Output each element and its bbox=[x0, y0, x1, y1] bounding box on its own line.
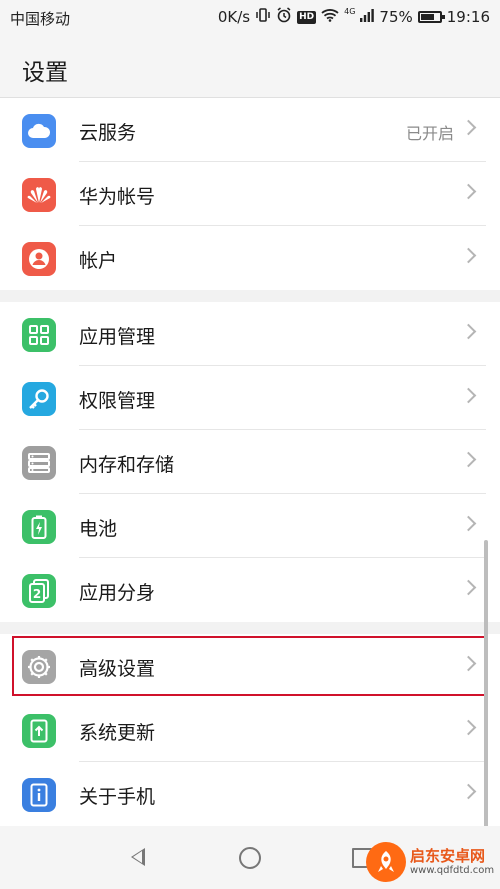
row-label: 电池 bbox=[79, 518, 118, 540]
row-label: 应用管理 bbox=[79, 326, 156, 348]
alarm-icon bbox=[276, 7, 292, 27]
settings-row-huawei-logo[interactable]: 华为帐号 bbox=[0, 162, 500, 226]
battery-percent: 75% bbox=[379, 8, 413, 26]
huawei-logo-icon bbox=[22, 178, 56, 212]
settings-row-battery[interactable]: 电池 bbox=[0, 494, 500, 558]
watermark-url: www.qdfdtd.com bbox=[410, 865, 495, 876]
battery-icon bbox=[417, 11, 445, 23]
chevron-right-icon bbox=[460, 719, 477, 736]
row-label: 华为帐号 bbox=[79, 186, 156, 208]
home-button[interactable] bbox=[239, 847, 261, 869]
row-label: 权限管理 bbox=[79, 390, 156, 412]
watermark: 启东安卓网 www.qdfdtd.com bbox=[366, 839, 496, 885]
chevron-right-icon bbox=[460, 579, 477, 596]
chevron-right-icon bbox=[460, 387, 477, 404]
chevron-right-icon bbox=[460, 247, 477, 264]
chevron-right-icon bbox=[460, 183, 477, 200]
settings-row-key[interactable]: 权限管理 bbox=[0, 366, 500, 430]
group-separator bbox=[0, 290, 500, 302]
chevron-right-icon bbox=[460, 323, 477, 340]
apps-grid-icon bbox=[22, 318, 56, 352]
chevron-right-icon bbox=[460, 655, 477, 672]
battery-icon bbox=[22, 510, 56, 544]
row-label: 帐户 bbox=[79, 250, 118, 272]
row-label: 关于手机 bbox=[79, 786, 156, 808]
system-update-icon bbox=[22, 714, 56, 748]
row-label: 云服务 bbox=[79, 122, 137, 144]
settings-row-system-update[interactable]: 系统更新 bbox=[0, 698, 500, 762]
app-twin-icon: 2 bbox=[22, 574, 56, 608]
row-label: 应用分身 bbox=[79, 582, 156, 604]
key-icon bbox=[22, 382, 56, 416]
network-speed: 0K/s bbox=[217, 8, 251, 26]
watermark-logo-icon bbox=[366, 842, 406, 882]
chevron-right-icon bbox=[460, 451, 477, 468]
settings-row-user[interactable]: 帐户 bbox=[0, 226, 500, 290]
settings-list: 云服务 已开启华为帐号帐户应用管理权限管理内存和存储电池 2 应用分身高级设置系统更新… bbox=[0, 98, 500, 826]
group-separator bbox=[0, 622, 500, 634]
settings-row-phone-info[interactable]: 关于手机 bbox=[0, 762, 500, 826]
carrier-name: 中国移动 bbox=[10, 10, 71, 28]
settings-row-app-twin[interactable]: 2 应用分身 bbox=[0, 558, 500, 622]
settings-group: 高级设置系统更新关于手机 bbox=[0, 634, 500, 826]
settings-row-gear[interactable]: 高级设置 bbox=[10, 634, 488, 698]
clock: 19:16 bbox=[446, 8, 490, 26]
cloud-icon bbox=[22, 114, 56, 148]
title-bar: 设置 bbox=[0, 36, 500, 98]
status-bar: 中国移动 0K/s HD 4G 75% 19:16 bbox=[0, 0, 500, 36]
row-label: 高级设置 bbox=[79, 658, 156, 680]
hd-badge: HD bbox=[297, 10, 317, 24]
settings-group: 云服务 已开启华为帐号帐户 bbox=[0, 98, 500, 290]
scrollbar[interactable] bbox=[484, 540, 488, 830]
svg-text:2: 2 bbox=[33, 587, 41, 601]
settings-row-cloud[interactable]: 云服务 已开启 bbox=[0, 98, 500, 162]
navigation-bar: 启东安卓网 www.qdfdtd.com bbox=[0, 826, 500, 889]
signal-icon bbox=[360, 8, 375, 26]
row-value: 已开启 bbox=[405, 124, 454, 143]
user-icon bbox=[22, 242, 56, 276]
row-label: 内存和存储 bbox=[79, 454, 175, 476]
vibrate-icon bbox=[255, 8, 271, 26]
chevron-right-icon bbox=[460, 783, 477, 800]
chevron-right-icon bbox=[460, 515, 477, 532]
gear-icon bbox=[22, 650, 56, 684]
back-button[interactable] bbox=[131, 848, 145, 866]
storage-icon bbox=[22, 446, 56, 480]
settings-row-storage[interactable]: 内存和存储 bbox=[0, 430, 500, 494]
network-type: 4G bbox=[344, 6, 356, 16]
watermark-title: 启东安卓网 bbox=[410, 847, 486, 865]
settings-row-apps-grid[interactable]: 应用管理 bbox=[0, 302, 500, 366]
phone-info-icon bbox=[22, 778, 56, 812]
settings-group: 应用管理权限管理内存和存储电池 2 应用分身 bbox=[0, 302, 500, 622]
page-title: 设置 bbox=[22, 60, 68, 86]
chevron-right-icon bbox=[460, 119, 477, 136]
row-label: 系统更新 bbox=[79, 722, 156, 744]
wifi-icon bbox=[321, 8, 339, 26]
status-icons: 0K/s HD 4G 75% 19:16 bbox=[218, 7, 490, 27]
